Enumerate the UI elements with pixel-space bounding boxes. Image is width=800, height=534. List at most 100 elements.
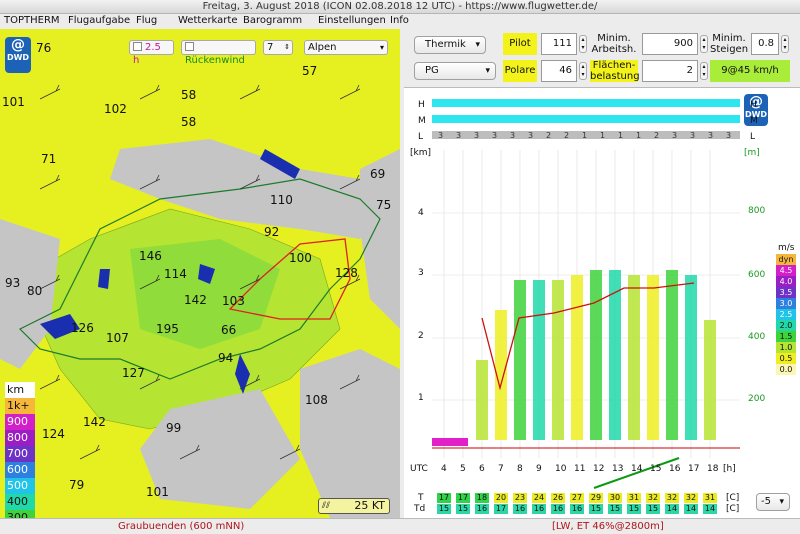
map-value-label: 80 xyxy=(27,284,43,298)
menu-toptherm[interactable]: TOPTHERM xyxy=(4,14,60,28)
rueckenwind-checkbox[interactable]: Rückenwind xyxy=(181,40,256,66)
row-label-h-right: H xyxy=(750,100,757,110)
map-value-label: 99 xyxy=(166,421,182,435)
map-value-label: 128 xyxy=(335,266,358,280)
region-select[interactable]: Alpen ▾ xyxy=(304,40,388,55)
hour-tick: 6 xyxy=(479,464,485,474)
map-value-label: 146 xyxy=(139,249,162,263)
pilot-label: Pilot xyxy=(503,33,537,55)
status-info: [LW, ET 46%@2800m] xyxy=(552,521,664,532)
menu-info[interactable]: Info xyxy=(390,14,409,28)
hour-tick: 15 xyxy=(650,464,662,474)
result-display: 9@45 km/h xyxy=(710,60,790,82)
min-steigen-input[interactable]: 0.8 xyxy=(751,33,779,55)
hour-tick: 7 xyxy=(498,464,504,474)
m-tick: 600 xyxy=(748,270,766,280)
km-unit: [km] xyxy=(410,148,432,158)
map-value-label: 69 xyxy=(370,167,386,181)
map-value-label: 127 xyxy=(122,366,145,380)
hour-tick: 12 xyxy=(593,464,605,474)
mode-select[interactable]: Thermik xyxy=(414,36,486,54)
map-value-label: 57 xyxy=(302,64,318,78)
climb-rate-scale-item: 3.5 xyxy=(776,287,796,298)
map-value-label: 76 xyxy=(36,41,52,55)
legend-item: 300 xyxy=(5,510,35,518)
status-bar: Graubuenden (600 mNN) [LW, ET 46%@2800m] xyxy=(0,518,800,534)
meteogram[interactable]: 33333322111123333 @ DWD H M L H M L [km] … xyxy=(404,87,800,518)
map-value-label: 58 xyxy=(181,115,197,129)
climb-rate-scale-item: 4.5 xyxy=(776,265,796,276)
hour-tick: 18 xyxy=(707,464,719,474)
legend-item: 900 xyxy=(5,414,35,430)
dewpoint-cell: 16 xyxy=(551,504,565,514)
climb-rate-scale-item: 1.5 xyxy=(776,331,796,342)
menu-barogramm[interactable]: Barogramm xyxy=(243,14,302,28)
m-tick: 800 xyxy=(748,206,766,216)
thermal-column xyxy=(685,275,697,440)
m-unit: [m] xyxy=(744,148,760,158)
min-steigen-label: Minim. Steigen xyxy=(710,33,749,55)
thermal-column xyxy=(628,275,640,440)
menu-wetterkarte[interactable]: Wetterkarte xyxy=(178,14,238,28)
legend-item: 700 xyxy=(5,446,35,462)
polare-stepper[interactable]: ▴ ▾ xyxy=(579,62,587,80)
dewpoint-cell: 16 xyxy=(475,504,489,514)
low-cloud-value: 3 xyxy=(492,131,497,140)
min-arbeit-stepper[interactable]: ▴ ▾ xyxy=(700,35,708,53)
dwd-logo-map: @ DWD xyxy=(5,37,31,73)
polare-input[interactable]: 46 xyxy=(541,60,577,82)
stepper-arrows-icon: ⇕ xyxy=(284,43,290,51)
celsius-unit: [C] xyxy=(726,493,740,503)
map-value-label: 94 xyxy=(218,351,234,365)
temp-row-label: T xyxy=(418,493,424,503)
thermal-column xyxy=(476,360,488,440)
dewpoint-cell: 14 xyxy=(665,504,679,514)
step-value: 7 xyxy=(267,42,274,53)
temperature-cell: 32 xyxy=(646,493,660,503)
pilot-input[interactable]: 111 xyxy=(541,33,577,55)
row-label-l-right: L xyxy=(750,132,756,142)
hour-tick: 13 xyxy=(612,464,624,474)
flaechen-input[interactable]: 2 xyxy=(642,60,698,82)
dewpoint-row-label: Td xyxy=(414,504,426,514)
menu-flugaufgabe[interactable]: Flugaufgabe xyxy=(68,14,130,28)
glider-select[interactable]: PG xyxy=(414,62,496,80)
pilot-stepper[interactable]: ▴ ▾ xyxy=(579,35,587,53)
dewpoint-cell: 16 xyxy=(532,504,546,514)
row-label-l: L xyxy=(418,132,424,142)
low-cloud-value: 1 xyxy=(636,131,641,140)
wind-scale: ⫽⫽ 25 KT xyxy=(318,498,390,514)
menu-flug[interactable]: Flug xyxy=(136,14,157,28)
mode-value: Thermik xyxy=(425,39,466,50)
m-tick: 200 xyxy=(748,394,766,404)
ground-marker xyxy=(432,438,468,446)
min-steigen-stepper[interactable]: ▴ ▾ xyxy=(781,35,789,53)
map-value-label: 103 xyxy=(222,294,245,308)
thermal-map[interactable]: @ DWD 2.5 h Rückenwind 7 ⇕ Alpen ▾ 76 57 10… xyxy=(0,29,400,518)
flaechen-stepper[interactable]: ▴ ▾ xyxy=(700,62,708,80)
low-cloud-value: 3 xyxy=(474,131,479,140)
thermal-column xyxy=(533,280,545,440)
flaechen-label: Flächen- belastung xyxy=(590,60,640,82)
temperature-cell: 23 xyxy=(513,493,527,503)
temperature-cell: 17 xyxy=(437,493,451,503)
min-arbeit-input[interactable]: 900 xyxy=(642,33,698,55)
temperature-cell: 26 xyxy=(551,493,565,503)
dewpoint-cell: 15 xyxy=(646,504,660,514)
climb-rate-scale-item: 1.0 xyxy=(776,342,796,353)
height-legend: km 1k+ 900 800 700 600 500 400 300 200 1… xyxy=(5,382,35,518)
dewpoint-cell: 15 xyxy=(608,504,622,514)
control-panel: Thermik PG Pilot 111 ▴▾ Polare 46 ▴▾ Min… xyxy=(404,29,800,518)
legend-item: 1k+ xyxy=(5,398,35,414)
menu-einstellungen[interactable]: Einstellungen xyxy=(318,14,386,28)
time-checkbox[interactable]: 2.5 h xyxy=(129,40,174,66)
legend-title: km xyxy=(5,382,35,398)
climb-rate-scale-item: 2.0 xyxy=(776,320,796,331)
map-value-label: 124 xyxy=(42,427,65,441)
offset-select[interactable]: -5 xyxy=(756,493,790,511)
legend-item: 400 xyxy=(5,494,35,510)
map-value-label: 92 xyxy=(264,225,280,239)
step-stepper[interactable]: 7 ⇕ xyxy=(263,40,293,55)
map-value-label: 195 xyxy=(156,322,179,336)
m-tick: 400 xyxy=(748,332,766,342)
